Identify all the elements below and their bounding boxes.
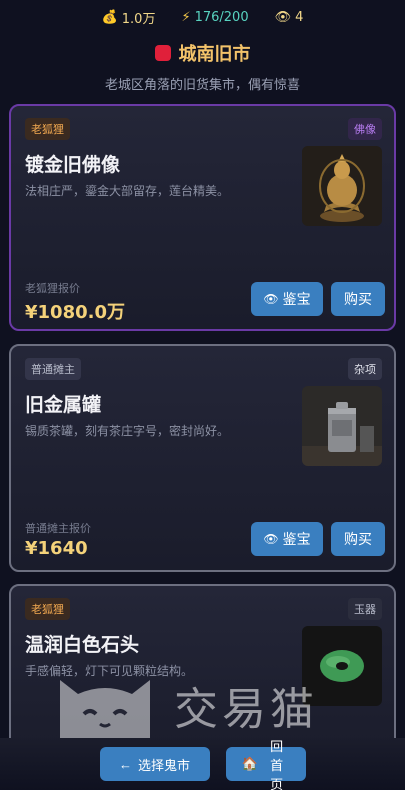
coins-stat: 💰 1.0万 xyxy=(102,8,156,27)
home-label: 回首页 xyxy=(270,738,284,790)
eye-icon: 👁 xyxy=(263,292,279,306)
energy-stat: ⚡ 176/200 xyxy=(181,10,248,25)
item-thumbnail xyxy=(302,386,382,466)
market-name: 城南旧市 xyxy=(178,44,251,65)
eye-icon: 👁 xyxy=(263,532,279,546)
category-tag: 佛像 xyxy=(348,118,382,140)
lightning-icon: ⚡ xyxy=(181,9,191,25)
seller-tag: 老狐狸 xyxy=(25,118,70,140)
eye-value: 4 xyxy=(295,9,304,25)
eye-icon: 👁 xyxy=(274,9,292,25)
item-description: 法相庄严，鎏金大部留存，莲台精美。 xyxy=(25,184,230,198)
appraise-label: 鉴宝 xyxy=(282,531,311,547)
market-title: 城南旧市 xyxy=(0,40,405,66)
price-label: 普通摊主报价 xyxy=(25,522,91,535)
item-name: 旧金属罐 xyxy=(25,394,102,416)
coins-value: 1.0万 xyxy=(121,11,156,27)
buddha-statue-icon xyxy=(302,146,382,226)
bottom-nav: ← 选择鬼市 🏠 回首页 xyxy=(0,738,405,790)
energy-value: 176/200 xyxy=(194,9,249,25)
category-tag: 杂项 xyxy=(348,358,382,380)
seller-tag: 老狐狸 xyxy=(25,598,70,620)
tin-can-icon xyxy=(302,386,382,466)
price-value: ¥1080.0万 xyxy=(25,302,125,323)
cat-logo-icon xyxy=(60,680,150,748)
market-subtitle: 老城区角落的旧货集市，偶有惊喜 xyxy=(104,78,300,93)
home-icon: 🏠 xyxy=(241,756,258,771)
status-bar: 💰 1.0万 ⚡ 176/200 👁 4 xyxy=(0,0,405,34)
home-button[interactable]: 🏠 回首页 xyxy=(225,739,306,790)
seller-tag: 普通摊主 xyxy=(25,358,81,380)
item-name: 镀金旧佛像 xyxy=(25,154,121,176)
item-thumbnail xyxy=(302,146,382,226)
buy-button[interactable]: 购买 xyxy=(331,282,385,316)
market-badge-icon xyxy=(154,45,171,61)
appraise-button[interactable]: 👁 鉴宝 xyxy=(251,522,323,556)
item-card[interactable]: 老狐狸 佛像 镀金旧佛像 法相庄严，鎏金大部留存，莲台精美。 老狐狸报价 ¥10… xyxy=(9,104,396,331)
back-label: 选择鬼市 xyxy=(137,757,190,773)
back-to-markets-button[interactable]: ← 选择鬼市 xyxy=(99,747,210,781)
appraise-label: 鉴宝 xyxy=(282,291,311,307)
item-card[interactable]: 普通摊主 杂项 旧金属罐 锡质茶罐，刻有茶庄字号，密封尚好。 普通摊主报价 ¥1… xyxy=(9,344,396,572)
arrow-left-icon: ← xyxy=(118,756,132,772)
money-bag-icon: 💰 xyxy=(101,9,118,25)
buy-button[interactable]: 购买 xyxy=(331,522,385,556)
item-description: 锡质茶罐，刻有茶庄字号，密封尚好。 xyxy=(25,424,230,438)
watermark-text: 交易猫 xyxy=(174,684,318,735)
price-value: ¥1640 xyxy=(25,538,88,559)
appraise-button[interactable]: 👁 鉴宝 xyxy=(251,282,323,316)
item-name: 温润白色石头 xyxy=(25,634,140,656)
price-label: 老狐狸报价 xyxy=(25,282,80,295)
eye-stat: 👁 4 xyxy=(275,10,304,25)
category-tag: 玉器 xyxy=(348,598,382,620)
